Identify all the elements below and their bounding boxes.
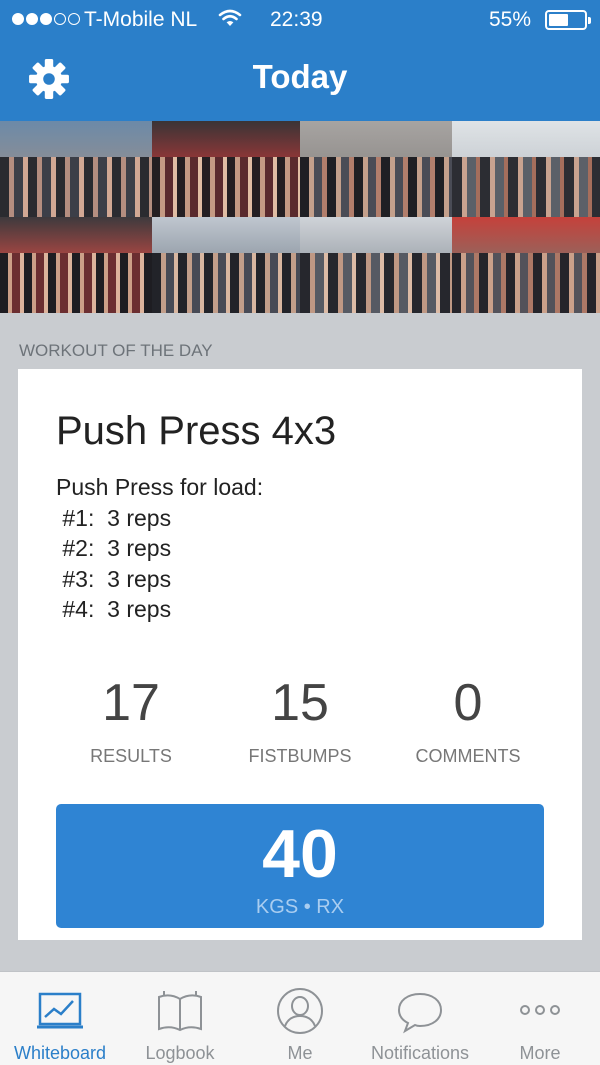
signal-strength-icon bbox=[12, 13, 80, 25]
person-icon bbox=[277, 988, 323, 1034]
description-line: #1: 3 reps bbox=[56, 504, 172, 531]
signal-dot bbox=[54, 13, 66, 25]
collage-photo bbox=[152, 121, 300, 217]
speech-bubble-icon bbox=[397, 992, 443, 1034]
collage-photo bbox=[0, 121, 152, 217]
signal-dot bbox=[26, 13, 38, 25]
tab-bar: Whiteboard Logbook Me Notifications More bbox=[0, 971, 600, 1065]
my-result-button[interactable]: 40 KGS • RX bbox=[56, 804, 544, 928]
tab-me[interactable]: Me bbox=[240, 972, 360, 1065]
tab-label: Whiteboard bbox=[13, 1043, 107, 1063]
signal-dot bbox=[12, 13, 24, 25]
collage-photo bbox=[452, 121, 600, 217]
workout-description: Push Press for load: #1: 3 reps #2: 3 re… bbox=[56, 472, 263, 625]
signal-dot bbox=[40, 13, 52, 25]
collage-photo bbox=[152, 217, 300, 313]
status-bar: T-Mobile NL 22:39 55% bbox=[0, 0, 600, 40]
carrier-name: T-Mobile NL bbox=[84, 8, 198, 31]
tab-label: Logbook bbox=[145, 1043, 215, 1063]
wifi-icon bbox=[218, 9, 242, 26]
tab-notifications[interactable]: Notifications bbox=[360, 972, 480, 1065]
status-time: 22:39 bbox=[270, 8, 323, 31]
tab-more[interactable]: More bbox=[480, 972, 600, 1065]
collage-photo bbox=[0, 217, 152, 313]
collage-photo bbox=[452, 217, 600, 313]
box-photo-collage bbox=[0, 121, 600, 313]
battery-level-fill bbox=[549, 14, 568, 26]
page-title: Today bbox=[252, 58, 348, 95]
battery-cap bbox=[588, 17, 591, 24]
tab-whiteboard[interactable]: Whiteboard bbox=[0, 972, 120, 1065]
section-heading: WORKOUT OF THE DAY bbox=[19, 341, 213, 360]
whiteboard-icon bbox=[37, 992, 83, 1029]
workout-title: Push Press 4x3 bbox=[56, 409, 337, 453]
battery-icon bbox=[545, 10, 591, 30]
result-value: 40 bbox=[262, 816, 338, 892]
comments-label: COMMENTS bbox=[415, 746, 521, 766]
more-dots-icon bbox=[520, 1005, 560, 1015]
tab-label: More bbox=[519, 1043, 561, 1063]
comments-stat[interactable]: 0 COMMENTS bbox=[368, 675, 568, 767]
tab-logbook[interactable]: Logbook bbox=[120, 972, 240, 1065]
battery-percent: 55% bbox=[489, 8, 532, 31]
tab-label: Me bbox=[287, 1043, 313, 1063]
description-line: #3: 3 reps bbox=[56, 565, 172, 592]
signal-dot bbox=[68, 13, 80, 25]
collage-photo bbox=[300, 121, 452, 217]
description-line: Push Press for load: bbox=[56, 474, 264, 500]
book-icon bbox=[158, 991, 202, 1032]
workout-card[interactable]: Push Press 4x3 Push Press for load: #1: … bbox=[18, 369, 582, 940]
description-line: #4: 3 reps bbox=[56, 596, 172, 622]
comments-count: 0 bbox=[453, 674, 483, 732]
tab-label: Notifications bbox=[370, 1043, 470, 1063]
result-unit: KGS • RX bbox=[255, 896, 345, 918]
app-header: T-Mobile NL 22:39 55% Today bbox=[0, 0, 600, 121]
description-line: #2: 3 reps bbox=[56, 535, 172, 561]
collage-photo bbox=[300, 217, 452, 313]
